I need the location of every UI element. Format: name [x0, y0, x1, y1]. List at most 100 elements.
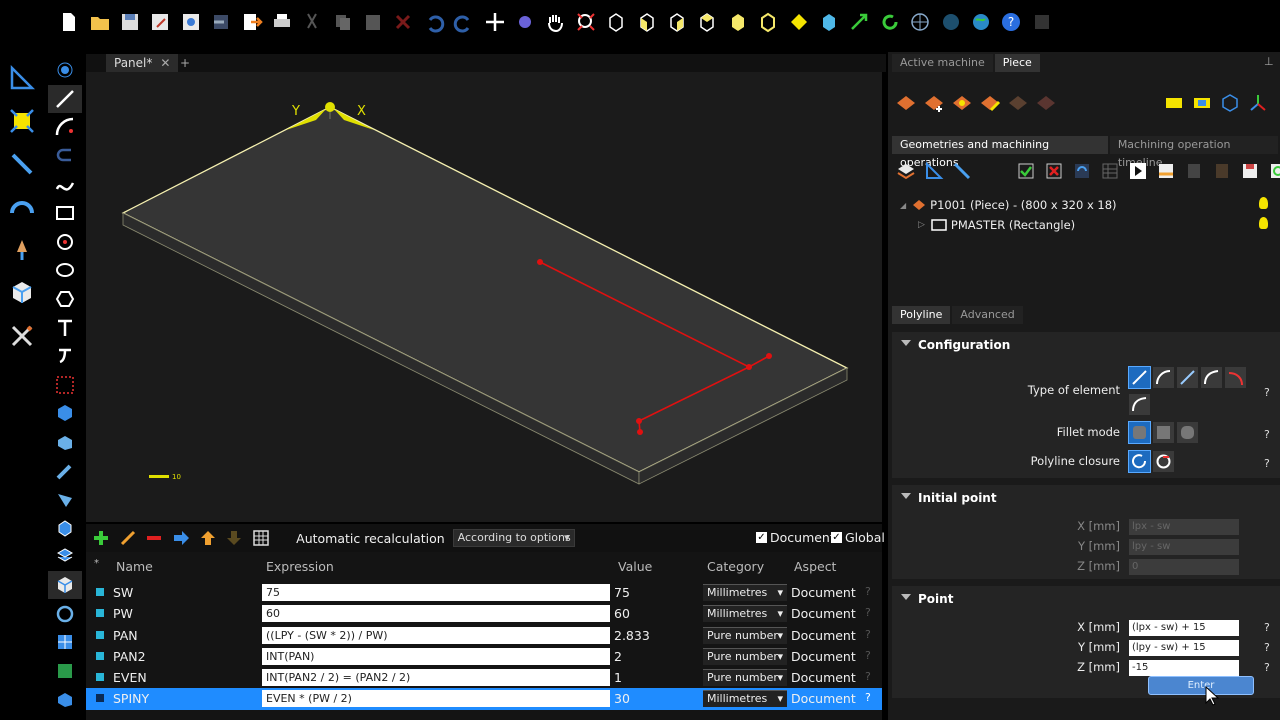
tool2-button[interactable] — [948, 158, 976, 184]
closure-closed-button[interactable] — [1153, 451, 1174, 472]
tab-timeline[interactable]: Machining operation timeline — [1109, 136, 1278, 169]
piece-button[interactable] — [892, 90, 920, 116]
collapse-icon[interactable] — [901, 594, 911, 600]
window-button[interactable] — [1027, 7, 1057, 37]
piece-disabled-button[interactable] — [1004, 90, 1032, 116]
tree-item-piece[interactable]: ◢ P1001 (Piece) - (800 x 320 x 18) — [900, 198, 1117, 212]
arc-red-type-button[interactable] — [1225, 367, 1246, 388]
arrow-button[interactable] — [844, 7, 874, 37]
tree-item-pmaster[interactable]: ▷ PMASTER (Rectangle) — [918, 218, 1075, 232]
import-button[interactable] — [206, 7, 236, 37]
3d-viewport[interactable]: Y X 10 — [86, 72, 882, 522]
tab-panel[interactable]: Panel* ✕ — [106, 54, 179, 72]
close-icon[interactable]: ✕ — [160, 56, 170, 70]
view-back-button[interactable] — [662, 7, 692, 37]
layers-button[interactable] — [892, 158, 920, 184]
pin-icon[interactable]: ⊥ — [1264, 55, 1274, 68]
recalc-select[interactable]: According to options — [452, 529, 575, 547]
initial-y-input[interactable]: lpy - sw — [1129, 539, 1239, 555]
help-icon[interactable]: ? — [865, 585, 871, 598]
document-checkbox[interactable]: ✓ Document — [756, 530, 835, 545]
refresh-piece-button[interactable] — [1264, 158, 1280, 184]
solid-tool[interactable] — [48, 399, 82, 428]
var-category-select[interactable]: Pure number — [703, 669, 787, 687]
drill-button[interactable] — [0, 228, 44, 271]
uncheck-all-button[interactable] — [1040, 158, 1068, 184]
tree-expand-icon[interactable]: ▷ — [918, 220, 925, 230]
help-icon[interactable]: ? — [1264, 428, 1270, 441]
help-icon[interactable]: ? — [1264, 661, 1270, 674]
help-icon[interactable]: ? — [865, 606, 871, 619]
measure2-button[interactable] — [920, 158, 948, 184]
fillet-mode-1[interactable] — [1129, 422, 1150, 443]
save-piece-button[interactable] — [1236, 158, 1264, 184]
view-left-button[interactable] — [692, 7, 722, 37]
edit-variable-button[interactable] — [115, 526, 142, 550]
shape-tool[interactable] — [48, 514, 82, 543]
help-icon[interactable]: ? — [1264, 386, 1270, 399]
view-frame-button[interactable] — [1188, 90, 1216, 116]
rectangle-tool[interactable] — [48, 199, 82, 228]
forward-button[interactable] — [168, 526, 195, 550]
point-x-input[interactable]: (lpx - sw) + 15 — [1129, 620, 1239, 636]
header-name[interactable]: Name — [116, 559, 153, 574]
var-expression-input[interactable]: 75 — [262, 584, 610, 601]
fillet-type-button[interactable] — [1129, 394, 1150, 415]
closure-open-button[interactable] — [1129, 451, 1150, 472]
region-tool[interactable] — [48, 371, 82, 400]
copy-button[interactable] — [328, 7, 358, 37]
tool-pen-button[interactable] — [0, 142, 44, 185]
var-expression-input[interactable]: EVEN * (PW / 2) — [262, 690, 610, 708]
view-3d-button[interactable] — [814, 7, 844, 37]
add-variable-button[interactable] — [88, 526, 115, 550]
initial-z-input[interactable]: 0 — [1129, 559, 1239, 575]
view-right-button[interactable] — [753, 7, 783, 37]
header-aspect[interactable]: Aspect — [794, 559, 836, 574]
point-y-input[interactable]: (lpy - sw) + 15 — [1129, 640, 1239, 656]
curve-type-button[interactable] — [1201, 367, 1222, 388]
var-category-select[interactable]: Pure number — [703, 626, 787, 644]
cut-button[interactable] — [297, 7, 327, 37]
tab-geometries[interactable]: Geometries and machining operations — [892, 136, 1108, 169]
visibility-bulb-icon[interactable] — [1259, 197, 1268, 209]
table-row[interactable]: PW 60 60 Millimetres Document ? — [86, 603, 882, 624]
export-button[interactable] — [236, 7, 266, 37]
help-icon[interactable]: ? — [1264, 457, 1270, 470]
gauge-button[interactable] — [0, 185, 44, 228]
play-button[interactable] — [1124, 158, 1152, 184]
help-icon[interactable]: ? — [865, 628, 871, 641]
open-folder-button[interactable] — [84, 7, 114, 37]
line-tool[interactable] — [48, 84, 82, 114]
globe-button[interactable] — [966, 7, 996, 37]
var-expression-input[interactable]: 60 — [262, 605, 610, 623]
help-icon[interactable]: ? — [865, 691, 871, 704]
fillet-mode-3[interactable] — [1177, 422, 1198, 443]
pan-button[interactable] — [540, 7, 570, 37]
table-row[interactable]: PAN2 INT(PAN) 2 Pure number Document ? — [86, 646, 882, 667]
help-icon[interactable]: ? — [865, 670, 871, 683]
tab-piece[interactable]: Piece — [994, 54, 1040, 72]
add-tab-button[interactable]: + — [180, 54, 190, 72]
view-top-button[interactable] — [723, 7, 753, 37]
fillet-mode-2[interactable] — [1153, 422, 1174, 443]
properties-button[interactable] — [176, 7, 206, 37]
help-icon[interactable]: ? — [865, 649, 871, 662]
var-expression-input[interactable]: INT(PAN2 / 2) = (PAN2 / 2) — [262, 669, 610, 687]
table-button[interactable] — [1096, 158, 1124, 184]
enter-button[interactable]: Enter — [1148, 676, 1254, 695]
tab-polyline[interactable]: Polyline — [892, 306, 951, 324]
piece-disabled2-button[interactable] — [1032, 90, 1060, 116]
tangent-type-button[interactable] — [1177, 367, 1198, 388]
refresh-button[interactable] — [875, 7, 905, 37]
initial-x-input[interactable]: lpx - sw — [1129, 519, 1239, 535]
sync-button[interactable] — [1068, 158, 1096, 184]
var-category-select[interactable]: Millimetres — [703, 690, 787, 708]
circle-tool[interactable] — [48, 228, 82, 257]
collapse-icon[interactable] — [901, 493, 911, 499]
text2-tool[interactable] — [48, 342, 82, 371]
arc2-tool[interactable] — [48, 142, 82, 171]
layers-tool[interactable] — [48, 542, 82, 571]
view-iso-button[interactable] — [601, 7, 631, 37]
calculator-button[interactable] — [248, 526, 275, 550]
view-plane-button[interactable] — [783, 7, 813, 37]
